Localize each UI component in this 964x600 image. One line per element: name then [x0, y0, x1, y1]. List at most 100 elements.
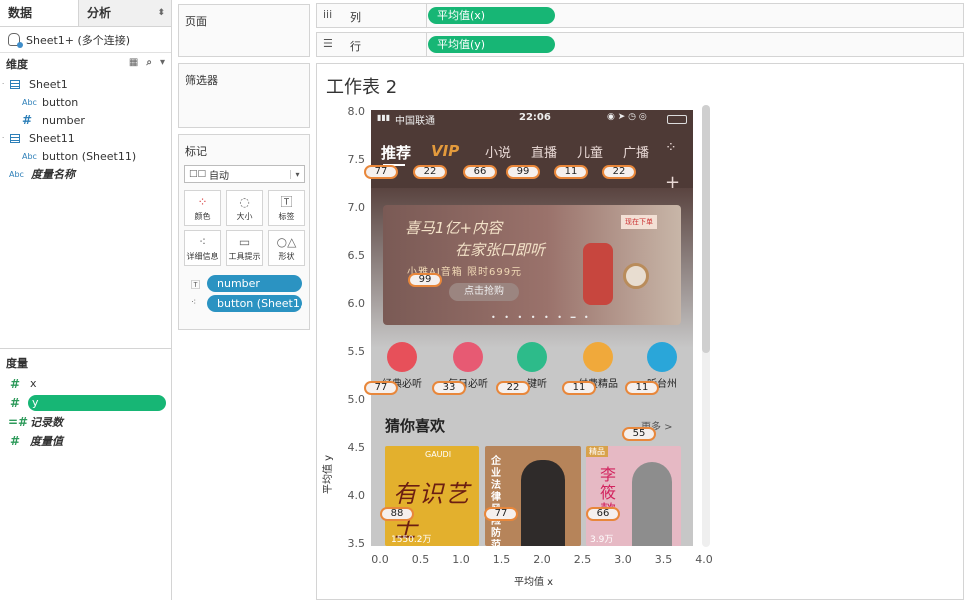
- y-tick-label: 7.0: [347, 201, 366, 214]
- mark-label[interactable]: 55: [622, 427, 656, 441]
- number-type-icon: #: [10, 433, 21, 448]
- measure-field-x[interactable]: # x: [0, 374, 172, 393]
- label-pill-number[interactable]: number: [207, 275, 302, 292]
- clock-label: 22:06: [519, 112, 551, 123]
- dimension-table-sheet1[interactable]: · Sheet1: [0, 75, 171, 93]
- chevron-down-icon[interactable]: ▾: [290, 169, 304, 179]
- mark-label[interactable]: 66: [463, 165, 497, 179]
- expand-icon[interactable]: ·: [2, 80, 10, 88]
- portrait-image: [632, 462, 672, 546]
- marks-title: 标记: [185, 145, 207, 158]
- vertical-scrollbar[interactable]: [702, 105, 710, 547]
- detail-pill-button[interactable]: button (Sheet1..: [207, 295, 302, 312]
- category-icon-taizhou: [647, 342, 677, 372]
- tab-data[interactable]: 数据: [0, 0, 79, 26]
- x-axis-label[interactable]: 平均值 x: [514, 573, 553, 588]
- x-tick-label: 0.5: [411, 553, 430, 566]
- x-tick-label: 3.5: [654, 553, 673, 566]
- mark-label[interactable]: 77: [364, 381, 398, 395]
- size-button[interactable]: ◌ 大小: [226, 190, 263, 226]
- tooltip-icon: ▭: [238, 235, 251, 249]
- battery-icon: [667, 115, 687, 124]
- dimension-table-sheet11[interactable]: · Sheet11: [0, 129, 171, 147]
- nav-recommend: 推荐: [381, 144, 412, 162]
- scrollbar-thumb[interactable]: [702, 105, 710, 353]
- measure-field-y[interactable]: # y: [0, 393, 172, 412]
- y-tick-label: 6.5: [347, 249, 366, 262]
- data-pane: 数据 分析 ⬍ Sheet1+ (多个连接) 维度 ▦ ⌕ ▾ · Sheet1…: [0, 0, 172, 600]
- measure-label: 记录数: [30, 415, 63, 429]
- mark-label[interactable]: 33: [432, 381, 466, 395]
- color-button[interactable]: ⁘ 颜色: [184, 190, 221, 226]
- mark-label[interactable]: 11: [562, 381, 596, 395]
- worksheet: 工作表 2 8.0 7.5 7.0 6.5 6.0 5.5 5.0 4.5 4.0 3.5 0.0…: [316, 63, 964, 600]
- dimension-field-button[interactable]: Abc button: [0, 93, 171, 111]
- category-icon-onekey: [517, 342, 547, 372]
- dimensions-title: 维度: [6, 58, 28, 71]
- mark-type-dropdown[interactable]: □□ 自动 ▾: [184, 165, 305, 183]
- shape-button[interactable]: ○△ 形状: [268, 230, 305, 266]
- view-grid-icon[interactable]: ▦: [129, 57, 138, 68]
- mark-label[interactable]: 99: [506, 165, 540, 179]
- y-tick-label: 8.0: [347, 105, 366, 118]
- x-tick-label: 1.0: [452, 553, 470, 566]
- string-type-icon: Abc: [22, 97, 37, 107]
- mark-label[interactable]: 11: [554, 165, 588, 179]
- nav-live: 直播: [531, 146, 558, 161]
- x-tick-label: 0.0: [371, 553, 389, 566]
- nav-novel: 小说: [485, 146, 512, 161]
- expand-icon[interactable]: ·: [2, 134, 10, 142]
- pane-divider[interactable]: [0, 348, 172, 349]
- mark-label[interactable]: 77: [364, 165, 398, 179]
- rows-pill[interactable]: 平均值(y): [428, 36, 555, 53]
- dimension-field-button-sheet11[interactable]: Abc button (Sheet11): [0, 147, 171, 165]
- mark-label[interactable]: 66: [586, 507, 620, 521]
- dimensions-tools: ▦ ⌕ ▾: [129, 57, 165, 68]
- rows-label: 行: [350, 40, 361, 53]
- tab-caret-icon[interactable]: ⬍: [157, 0, 165, 26]
- tab-analysis[interactable]: 分析 ⬍: [79, 0, 171, 26]
- database-icon: [8, 33, 23, 48]
- size-label: 大小: [236, 212, 253, 221]
- banner-line2: 在家张口即听: [455, 241, 546, 259]
- columns-pill[interactable]: 平均值(x): [428, 7, 555, 24]
- detail-button[interactable]: ⁖ 详细信息: [184, 230, 221, 266]
- y-axis-label[interactable]: 平均值 y: [319, 455, 334, 494]
- measure-field-record-count[interactable]: =# 记录数: [0, 412, 172, 431]
- x-tick-label: 4.0: [695, 553, 713, 566]
- columns-shelf[interactable]: iii 列 平均值(x): [316, 3, 964, 28]
- mark-label[interactable]: 22: [413, 165, 447, 179]
- pages-card[interactable]: 页面: [178, 4, 310, 57]
- dimension-field-number[interactable]: # number: [0, 111, 171, 129]
- measure-field-measure-values[interactable]: # 度量值: [0, 431, 172, 450]
- tooltip-label: 工具提示: [228, 252, 261, 261]
- phone-navbar: 推荐 VIP 小说 直播 儿童 广播 ⁘ +: [371, 128, 693, 193]
- mark-label[interactable]: 22: [496, 381, 530, 395]
- detail-shelf-icon: ⁖: [191, 298, 197, 308]
- menu-down-icon[interactable]: ▾: [160, 57, 165, 68]
- shelf-divider: [426, 33, 427, 56]
- dimension-label: Sheet11: [29, 131, 75, 145]
- tooltip-button[interactable]: ▭ 工具提示: [226, 230, 263, 266]
- auto-marks-icon: □□: [189, 169, 207, 179]
- search-icon[interactable]: ⌕: [146, 57, 152, 68]
- filters-card[interactable]: 筛选器: [178, 63, 310, 128]
- mark-label[interactable]: 88: [380, 507, 414, 521]
- mark-label[interactable]: 99: [408, 273, 442, 287]
- nav-radio: 广播: [623, 146, 650, 161]
- mark-label[interactable]: 77: [484, 507, 518, 521]
- dimension-measure-names[interactable]: Abc 度量名称: [0, 165, 171, 183]
- banner-cta: 点击抢购: [449, 283, 519, 301]
- label-button[interactable]: 🅃 标签: [268, 190, 305, 226]
- mark-label[interactable]: 22: [602, 165, 636, 179]
- speaker-image: [583, 243, 613, 305]
- y-tick-label: 7.5: [347, 153, 366, 166]
- measure-label: 度量值: [30, 434, 63, 448]
- detail-dots-icon: ⁖: [198, 235, 207, 249]
- status-icons: ◉ ➤ ◷ ◎: [607, 112, 647, 122]
- rows-shelf[interactable]: ☰ 行 平均值(y): [316, 32, 964, 57]
- mark-label[interactable]: 11: [625, 381, 659, 395]
- data-connection[interactable]: Sheet1+ (多个连接): [0, 27, 171, 53]
- worksheet-title[interactable]: 工作表 2: [326, 73, 397, 99]
- filters-title: 筛选器: [185, 74, 218, 87]
